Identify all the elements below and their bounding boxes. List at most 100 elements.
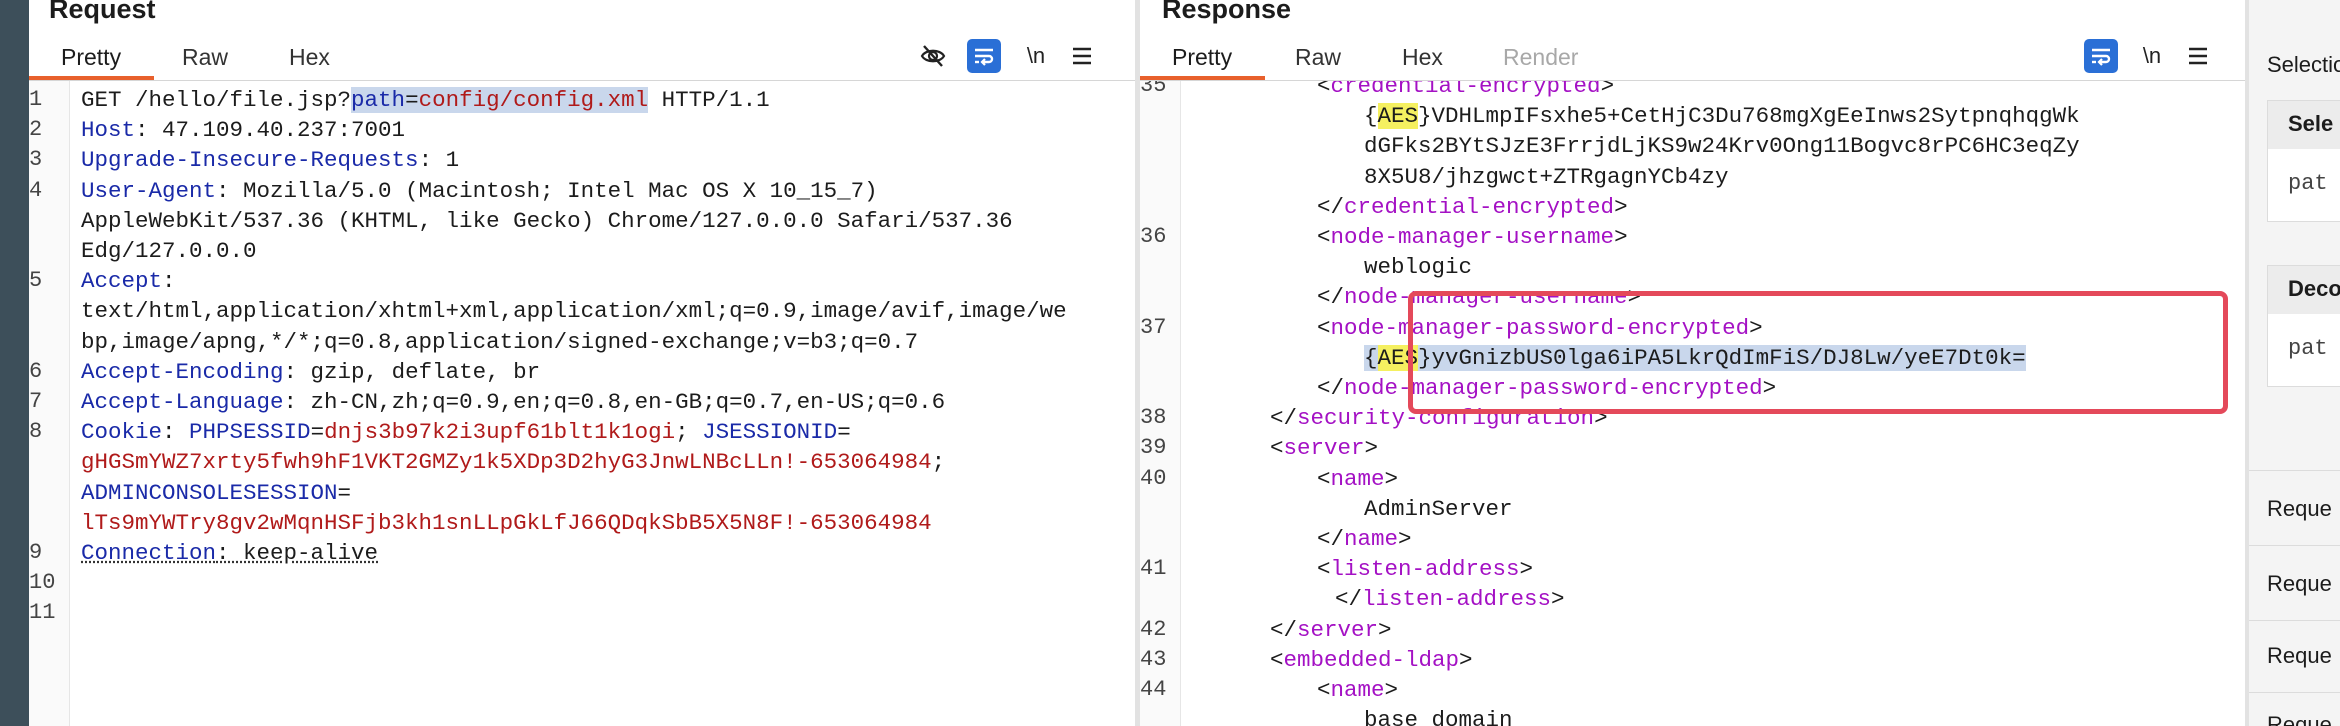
response-tabs: Pretty Raw Hex Render \n	[1140, 36, 2245, 81]
highlight-box	[1408, 291, 2228, 414]
wrap-lines-icon[interactable]	[2084, 39, 2118, 73]
code-line: <server>	[1270, 433, 1378, 463]
menu-icon[interactable]	[1065, 39, 1099, 73]
request-attributes-row[interactable]: Reque	[2267, 496, 2332, 522]
tab-pretty[interactable]: Pretty	[61, 44, 121, 71]
line-number: 8	[29, 419, 43, 445]
code-line: GET /hello/file.jsp?path=config/config.x…	[81, 85, 770, 115]
code-token: ;	[931, 449, 946, 476]
decoded-box[interactable]: Deco pat	[2267, 265, 2340, 387]
tab-raw[interactable]: Raw	[1295, 44, 1341, 71]
code-token: :	[162, 419, 190, 446]
code-token: node-manager-username	[1330, 224, 1615, 250]
code-token: >	[1384, 677, 1399, 703]
response-editor[interactable]: 35 <credential-encrypted> {AES}VDHLmpIFsxh…	[1140, 81, 2245, 726]
divider	[2249, 692, 2340, 693]
code-token: credential-encrypted	[1330, 81, 1601, 99]
code-line: User-Agent: Mozilla/5.0 (Macintosh; Inte…	[81, 176, 878, 206]
line-number: 41	[1140, 556, 1167, 582]
code-token: HTTP/1.1	[648, 87, 770, 113]
code-token: >	[1364, 435, 1379, 462]
newline-icon[interactable]: \n	[2135, 39, 2169, 73]
code-line: </listen-address>	[1335, 584, 1565, 614]
code-token: listen-address	[1330, 556, 1520, 583]
code-token: JSESSIONID	[702, 419, 838, 446]
code-token: : zh-CN,zh;q=0.9,en;q=0.8,en-GB;q=0.7,en…	[283, 389, 946, 415]
code-line: bp,image/apng,*/*;q=0.8,application/sign…	[81, 327, 918, 357]
code-line: AppleWebKit/537.36 (KHTML, like Gecko) C…	[81, 206, 1013, 236]
line-number: 4	[29, 177, 43, 203]
request-editor[interactable]: 1 GET /hello/file.jsp?path=config/config.…	[29, 81, 1135, 726]
code-token: AppleWebKit/537.36 (KHTML, like Gecko) C…	[81, 207, 1013, 234]
code-token: dnjs3b97k2i3upf61blt1k1ogi	[324, 419, 676, 446]
line-number: 10	[29, 570, 56, 596]
code-token: </	[1270, 616, 1298, 643]
divider	[2249, 545, 2340, 546]
tab-hex[interactable]: Hex	[289, 44, 330, 71]
code-token: </	[1317, 526, 1345, 552]
code-token: </	[1317, 193, 1345, 220]
code-token: Accept	[81, 268, 163, 295]
code-token: <	[1317, 314, 1331, 341]
code-token: : 1	[418, 147, 460, 174]
tab-pretty[interactable]: Pretty	[1172, 44, 1232, 71]
left-window-strip	[0, 0, 29, 726]
code-token: <	[1270, 435, 1284, 462]
code-token: <	[1317, 556, 1331, 583]
newline-icon[interactable]: \n	[1019, 39, 1053, 73]
selected-text-value: pat	[2288, 171, 2328, 196]
code-token: </	[1317, 375, 1345, 401]
request-query-row[interactable]: Reque	[2267, 571, 2332, 597]
code-token: >	[1614, 224, 1628, 250]
code-token: dGFks2BYtSJzE3FrrjdLjKS9w24Krv0Ong11Bogv…	[1364, 133, 2080, 160]
eye-slash-icon[interactable]	[916, 39, 950, 73]
code-token: >	[1614, 193, 1628, 220]
code-token: >	[1600, 81, 1615, 99]
code-line: Edg/127.0.0.0	[81, 236, 257, 266]
code-line: base_domain	[1364, 705, 1513, 726]
code-token: AES	[1377, 103, 1419, 130]
menu-icon[interactable]	[2181, 39, 2215, 73]
active-tab-underline	[29, 76, 154, 80]
code-token: GET /hello/file.jsp?	[81, 87, 352, 113]
code-token: : Mozilla/5.0 (Macintosh; Intel Mac OS X…	[216, 177, 878, 204]
code-token: </	[1317, 284, 1345, 311]
code-line: </credential-encrypted>	[1317, 192, 1628, 222]
code-token: User-Agent	[81, 177, 217, 204]
code-token: bp,image/apng,*/*;q=0.8,application/sign…	[81, 328, 919, 355]
code-line: <name>	[1317, 464, 1398, 494]
code-token: : 47.109.40.237:7001	[135, 117, 406, 144]
code-line: gHGSmYWZ7xrty5fwh9hF1VKT2GMZy1k5XDp3D2hy…	[81, 447, 945, 477]
code-line: AdminServer	[1364, 494, 1513, 524]
code-token: AdminServer	[1364, 495, 1513, 522]
request-cookies-row[interactable]: Reque	[2267, 712, 2332, 726]
inspector-panel: Selectio Sele pat Deco pat Reque Reque R…	[2249, 0, 2340, 726]
code-token: base_domain	[1364, 707, 1513, 726]
code-token: : gzip, deflate, br	[283, 358, 541, 385]
response-panel: Response Pretty Raw Hex Render \n 35 <cre…	[1140, 0, 2245, 726]
wrap-lines-icon[interactable]	[967, 39, 1001, 73]
tab-render[interactable]: Render	[1503, 44, 1578, 71]
code-line: 8X5U8/jhzgwct+ZTRgagnYCb4zy	[1364, 162, 1729, 192]
code-line: {AES}VDHLmpIFsxhe5+CetHjC3Du768mgXgEeInw…	[1364, 101, 2080, 131]
code-token: >	[1378, 616, 1392, 643]
line-number: 44	[1140, 677, 1167, 702]
tab-hex[interactable]: Hex	[1402, 44, 1443, 71]
line-number: 38	[1140, 405, 1167, 431]
code-token: >	[1384, 465, 1399, 492]
line-number: 42	[1140, 616, 1167, 642]
code-token: server	[1283, 435, 1365, 462]
code-line: text/html,application/xhtml+xml,applicat…	[81, 296, 1067, 326]
tab-raw[interactable]: Raw	[182, 44, 228, 71]
selected-text-box[interactable]: Sele pat	[2267, 100, 2340, 222]
code-token: =	[405, 87, 419, 113]
line-number: 43	[1140, 646, 1167, 672]
code-token: credential-encrypted	[1344, 193, 1615, 220]
code-line: Accept-Encoding: gzip, deflate, br	[81, 357, 540, 387]
request-body-row[interactable]: Reque	[2267, 643, 2332, 669]
code-token: }VDHLmpIFsxhe5+CetHjC3Du768mgXgEeInws2Sy…	[1418, 103, 2080, 130]
code-token: Upgrade-Insecure-Requests	[81, 147, 419, 174]
code-line: Accept:	[81, 266, 176, 296]
code-token: <	[1317, 465, 1331, 492]
code-line: <name>	[1317, 675, 1398, 705]
